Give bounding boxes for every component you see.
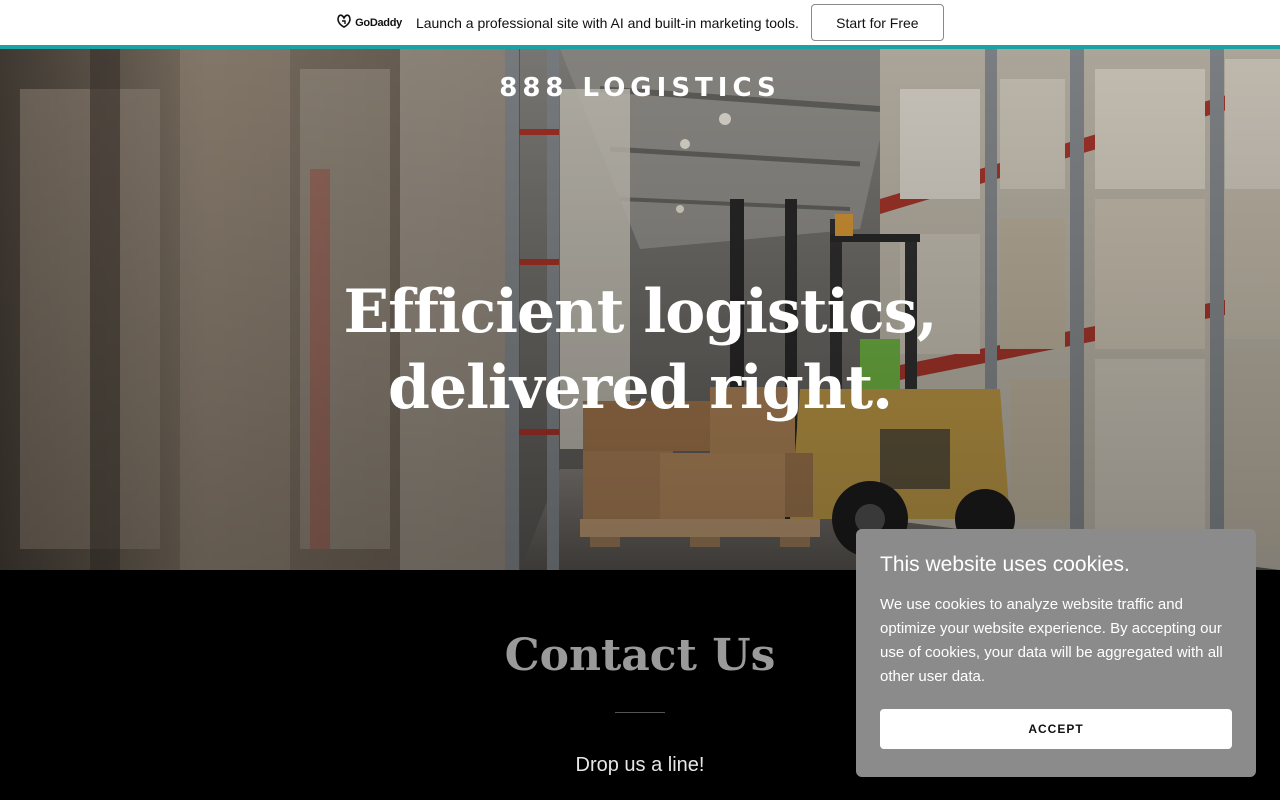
hero-section: 888 LOGISTICS Efficient logistics, deliv… xyxy=(0,49,1280,570)
cookie-consent-dialog: This website uses cookies. We use cookie… xyxy=(856,529,1256,777)
godaddy-logo-icon xyxy=(336,13,352,32)
promo-content: GoDaddy Launch a professional site with … xyxy=(336,4,944,41)
hero-headline: Efficient logistics, delivered right. xyxy=(343,277,938,423)
promo-message: Launch a professional site with AI and b… xyxy=(415,14,799,31)
cookie-message: We use cookies to analyze website traffi… xyxy=(880,596,1223,685)
section-divider xyxy=(615,712,665,713)
accept-cookies-button[interactable]: ACCEPT xyxy=(880,709,1232,749)
cookie-title: This website uses cookies. xyxy=(880,553,1130,576)
promo-banner: GoDaddy Launch a professional site with … xyxy=(0,0,1280,45)
godaddy-logo-text: GoDaddy xyxy=(355,16,402,29)
site-brand[interactable]: 888 LOGISTICS xyxy=(0,73,1280,103)
godaddy-logo[interactable]: GoDaddy xyxy=(336,13,402,32)
start-for-free-button[interactable]: Start for Free xyxy=(810,4,944,41)
